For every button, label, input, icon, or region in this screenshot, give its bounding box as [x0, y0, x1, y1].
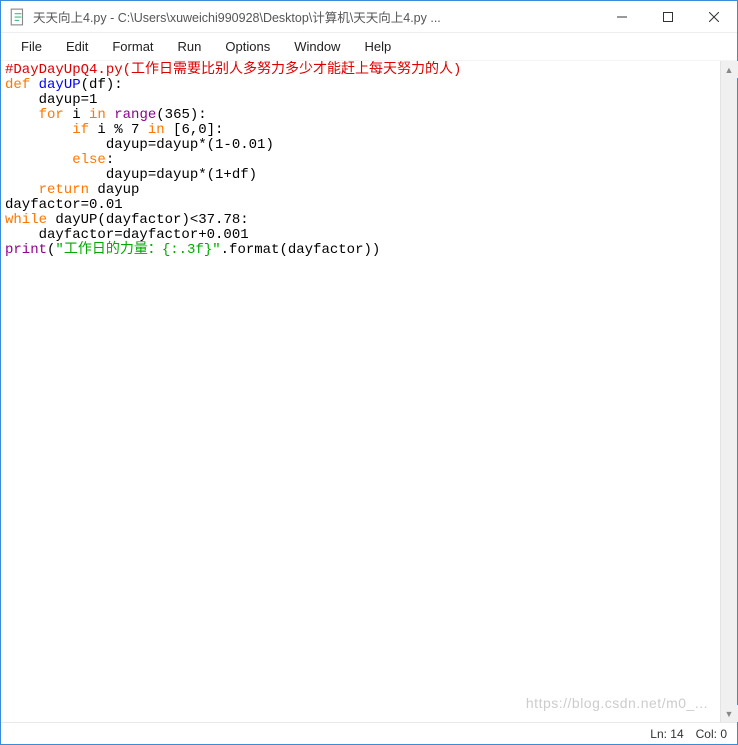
code-text: (df):	[81, 77, 123, 93]
window-title: 天天向上4.py - C:\Users\xuweichi990928\Deskt…	[33, 7, 599, 26]
menu-run[interactable]: Run	[166, 35, 214, 58]
code-text: dayup=1	[5, 92, 97, 108]
maximize-button[interactable]	[645, 1, 691, 32]
code-text: dayfactor=0.01	[5, 197, 123, 213]
close-button[interactable]	[691, 1, 737, 32]
code-text: i % 7	[89, 122, 148, 138]
kw-def: def	[5, 77, 30, 93]
kw-for: for	[5, 107, 64, 123]
kw-while: while	[5, 212, 47, 228]
minimize-button[interactable]	[599, 1, 645, 32]
code-text: dayup	[89, 182, 139, 198]
code-text: :	[106, 152, 114, 168]
scroll-up-arrow-icon[interactable]: ▲	[721, 61, 738, 78]
code-text: dayup=dayup*(1-0.01)	[5, 137, 274, 153]
code-text	[106, 107, 114, 123]
python-file-icon	[9, 8, 27, 26]
fn-name: dayUP	[30, 77, 80, 93]
kw-in: in	[89, 107, 106, 123]
vertical-scrollbar[interactable]: ▲ ▼	[720, 61, 737, 722]
code-text: [6,0]:	[165, 122, 224, 138]
builtin-range: range	[114, 107, 156, 123]
titlebar: 天天向上4.py - C:\Users\xuweichi990928\Deskt…	[1, 1, 737, 33]
code-text: i	[64, 107, 89, 123]
window-controls	[599, 1, 737, 32]
status-ln: Ln: 14	[644, 727, 689, 741]
menu-options[interactable]: Options	[213, 35, 282, 58]
code-text: dayfactor=dayfactor+0.001	[5, 227, 249, 243]
scroll-down-arrow-icon[interactable]: ▼	[721, 705, 738, 722]
kw-if: if	[5, 122, 89, 138]
kw-in: in	[148, 122, 165, 138]
menu-help[interactable]: Help	[352, 35, 403, 58]
menu-edit[interactable]: Edit	[54, 35, 100, 58]
menu-window[interactable]: Window	[282, 35, 352, 58]
kw-else: else	[5, 152, 106, 168]
string-literal: "工作日的力量：{:.3f}"	[55, 242, 220, 258]
menu-format[interactable]: Format	[100, 35, 165, 58]
code-comment: #DayDayUpQ4.py(工作日需要比别人多努力多少才能赶上每天努力的人)	[5, 62, 461, 78]
code-text: dayUP(dayfactor)<37.78:	[47, 212, 249, 228]
kw-return: return	[5, 182, 89, 198]
menu-file[interactable]: File	[9, 35, 54, 58]
builtin-print: print	[5, 242, 47, 258]
status-col: Col: 0	[690, 727, 733, 741]
editor-wrap: #DayDayUpQ4.py(工作日需要比别人多努力多少才能赶上每天努力的人) …	[1, 61, 737, 722]
menubar: File Edit Format Run Options Window Help	[1, 33, 737, 61]
code-text: .format(dayfactor))	[221, 242, 381, 258]
statusbar: Ln: 14 Col: 0	[1, 722, 737, 744]
code-text: dayup=dayup*(1+df)	[5, 167, 257, 183]
code-editor[interactable]: #DayDayUpQ4.py(工作日需要比别人多努力多少才能赶上每天努力的人) …	[1, 61, 720, 722]
window: 天天向上4.py - C:\Users\xuweichi990928\Deskt…	[0, 0, 738, 745]
code-text: (365):	[156, 107, 206, 123]
